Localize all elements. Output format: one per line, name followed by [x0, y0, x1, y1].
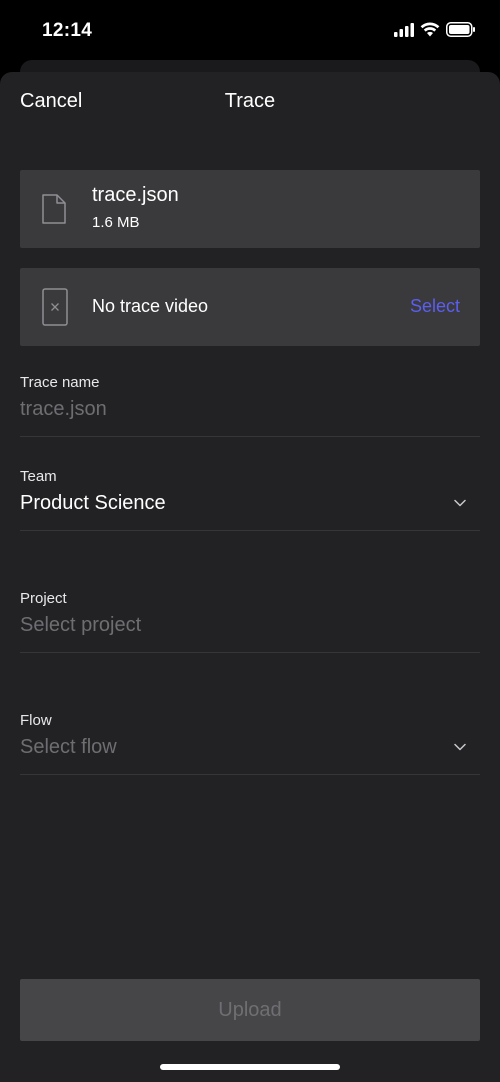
status-bar: 12:14 — [0, 0, 500, 64]
chevron-down-icon — [454, 494, 466, 512]
project-select[interactable]: Project Select project — [20, 590, 480, 653]
status-time: 12:14 — [42, 20, 93, 41]
file-icon — [42, 194, 66, 229]
upload-button[interactable]: Upload — [20, 979, 480, 1041]
trace-name-field[interactable]: Trace name trace.json — [20, 374, 480, 437]
project-label: Project — [20, 590, 67, 607]
project-value: Select project — [20, 614, 142, 636]
flow-label: Flow — [20, 712, 52, 729]
flow-select[interactable]: Flow Select flow — [20, 712, 480, 775]
home-indicator — [160, 1064, 340, 1070]
team-label: Team — [20, 468, 57, 485]
trace-name-input[interactable]: trace.json — [20, 398, 107, 421]
trace-name-label: Trace name — [20, 374, 100, 391]
team-value: Product Science — [20, 492, 166, 514]
cellular-signal-icon — [394, 22, 414, 42]
battery-icon — [446, 22, 476, 42]
trace-file-size: 1.6 MB — [92, 214, 140, 231]
chevron-down-icon — [454, 738, 466, 756]
wifi-icon — [420, 22, 440, 42]
team-select[interactable]: Team Product Science — [20, 468, 480, 531]
page-title: Trace — [224, 90, 276, 112]
status-icons — [394, 22, 476, 42]
video-missing-icon — [42, 288, 68, 331]
trace-video-label: No trace video — [92, 296, 209, 316]
trace-file-card: trace.json 1.6 MB — [20, 170, 480, 248]
trace-sheet: Cancel Trace trace.json 1.6 MB No trace … — [0, 72, 500, 1082]
trace-file-name: trace.json — [92, 184, 179, 206]
select-video-button[interactable]: Select — [410, 296, 460, 317]
flow-value: Select flow — [20, 736, 117, 758]
trace-video-card: No trace video Select — [20, 268, 480, 346]
